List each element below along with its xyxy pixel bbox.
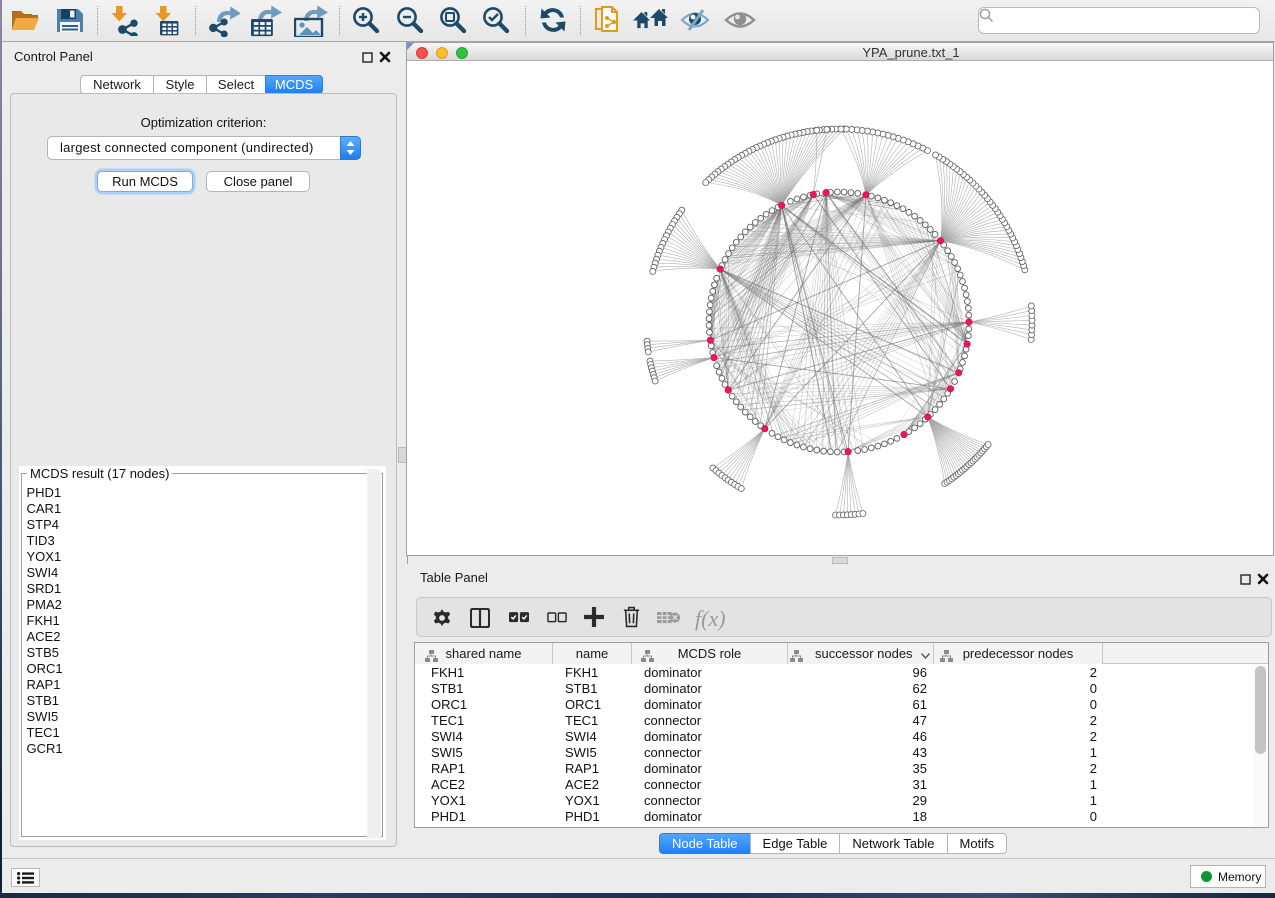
svg-text:f(x): f(x)	[695, 606, 726, 631]
